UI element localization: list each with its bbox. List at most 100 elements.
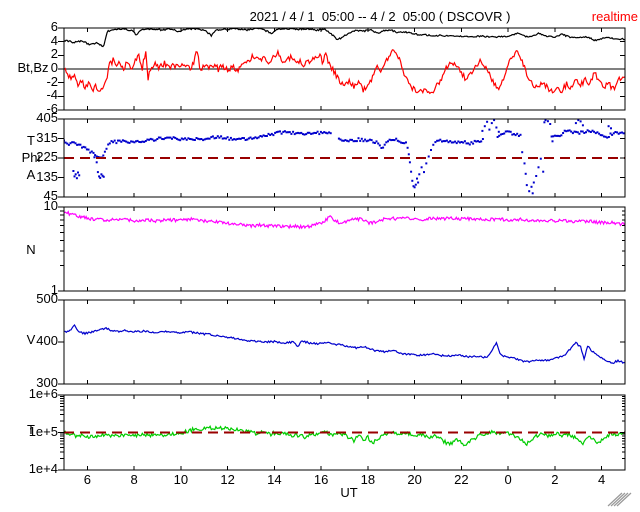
phi-scatter-dot xyxy=(537,166,540,169)
phi-scatter-dot xyxy=(490,122,493,125)
phi-scatter-dot xyxy=(497,130,500,133)
phi-scatter-dot xyxy=(243,137,245,140)
panel-1-data xyxy=(64,119,625,195)
phi-scatter-dot xyxy=(416,177,418,180)
panel-2-data xyxy=(64,210,625,230)
phi-scatter-dot xyxy=(377,142,380,145)
phi-scatter-dot xyxy=(530,185,533,188)
phi-scatter-dot xyxy=(622,132,625,135)
phi-scatter-dot xyxy=(355,140,358,143)
phi-scatter-dot xyxy=(579,120,582,123)
phi-scatter-dot xyxy=(383,143,386,146)
x-tick-label: 2 xyxy=(551,472,559,487)
phi-scatter-dot xyxy=(509,130,512,133)
phi-scatter-dot xyxy=(87,148,90,151)
phi-scatter-dot xyxy=(531,192,534,195)
corner-hatch-icon xyxy=(613,492,629,507)
phi-scatter-dot xyxy=(535,175,538,177)
phi-scatter-dot xyxy=(432,143,435,146)
phi-scatter-dot xyxy=(524,172,527,175)
phi-scatter-dot xyxy=(481,138,484,140)
phi-scatter-dot xyxy=(410,170,413,173)
phi-scatter-dot xyxy=(228,138,231,141)
y-tick-label: 1e+5 xyxy=(28,423,58,439)
phi-scatter-dot xyxy=(418,173,421,176)
y-tick-label: 1e+6 xyxy=(28,386,58,401)
phi-scatter-dot xyxy=(102,175,105,178)
phi-scatter-dot xyxy=(481,129,484,132)
phi-scatter-dot xyxy=(73,175,76,178)
phi-scatter-dot xyxy=(102,154,105,157)
phi-scatter-dot xyxy=(407,153,410,156)
y-tick-label: 500 xyxy=(36,291,58,306)
phi-scatter-dot xyxy=(193,139,196,141)
y-tick-label: 315 xyxy=(36,129,58,145)
phi-scatter-dot xyxy=(562,132,565,134)
phi-scatter-dot xyxy=(521,151,524,154)
panel-3-frame xyxy=(63,299,626,385)
phi-scatter-dot xyxy=(229,136,232,139)
corner-hatch-icon xyxy=(610,492,626,507)
phi-scatter-dot xyxy=(480,140,483,143)
phi-scatter-dot xyxy=(607,125,610,128)
x-tick-label: 6 xyxy=(83,472,91,487)
panel-3-data xyxy=(64,324,625,365)
phi-scatter-dot xyxy=(108,142,111,145)
phi-scatter-dot xyxy=(96,171,99,174)
phi-scatter-dot xyxy=(115,142,118,145)
phi-scatter-dot xyxy=(211,135,214,138)
panel-label-density: N xyxy=(26,242,36,257)
phi-scatter-dot xyxy=(423,171,425,174)
phi-scatter-dot xyxy=(360,137,363,140)
phi-scatter-dot xyxy=(182,138,185,141)
phi-scatter-dot xyxy=(528,190,531,193)
phi-scatter-dot xyxy=(77,143,80,146)
phi-scatter-dot xyxy=(525,184,528,187)
phi-scatter-dot xyxy=(118,139,121,142)
phi-scatter-dot xyxy=(103,150,106,153)
v-series-line xyxy=(64,324,625,365)
phi-scatter-dot xyxy=(95,161,98,164)
phi-scatter-dot xyxy=(414,183,417,186)
y-tick-label: 0 xyxy=(50,60,58,75)
phi-scatter-dot xyxy=(357,137,360,140)
phi-scatter-dot xyxy=(74,173,77,176)
phi-scatter-dot xyxy=(551,140,554,143)
realtime-badge: realtime xyxy=(591,9,638,24)
phi-scatter-dot xyxy=(290,132,293,135)
phi-scatter-dot xyxy=(546,120,549,123)
phi-scatter-dot xyxy=(439,138,442,141)
phi-scatter-dot xyxy=(226,136,229,139)
y-tick-label: 10 xyxy=(43,198,58,213)
x-tick-label: 4 xyxy=(598,472,606,487)
x-tick-label: 0 xyxy=(504,472,512,487)
bt-series-line xyxy=(64,28,625,48)
phi-scatter-dot xyxy=(279,130,281,133)
phi-scatter-dot xyxy=(425,162,428,165)
phi-scatter-dot xyxy=(77,171,79,174)
phi-scatter-dot xyxy=(539,157,542,160)
phi-scatter-dot xyxy=(585,131,587,134)
phi-scatter-dot xyxy=(265,135,268,137)
y-tick-label: 400 xyxy=(36,333,58,348)
panel-0-data xyxy=(64,28,625,95)
phi-scatter-dot xyxy=(164,137,167,140)
solar-wind-plot: 2021 / 4 / 1 05:00 -- 4 / 2 05:00 ( DSCO… xyxy=(0,0,640,512)
x-axis-title: UT xyxy=(340,485,358,500)
phi-scatter-dot xyxy=(417,181,420,184)
phi-scatter-dot xyxy=(113,139,116,142)
phi-scatter-dot xyxy=(472,142,475,145)
phi-scatter-dot xyxy=(64,141,67,144)
phi-scatter-dot xyxy=(486,120,489,123)
phi-scatter-dot xyxy=(574,122,577,125)
phi-scatter-dot xyxy=(78,174,81,177)
phi-scatter-dot xyxy=(532,181,535,184)
y-tick-label: 6 xyxy=(50,19,58,34)
phi-scatter-dot xyxy=(288,131,291,134)
phi-scatter-dot xyxy=(411,179,414,182)
phi-scatter-dot xyxy=(610,127,612,130)
x-tick-label: 22 xyxy=(454,472,469,487)
x-tick-label: 20 xyxy=(407,472,422,487)
phi-scatter-dot xyxy=(93,156,96,159)
phi-scatter-dot xyxy=(200,138,203,140)
